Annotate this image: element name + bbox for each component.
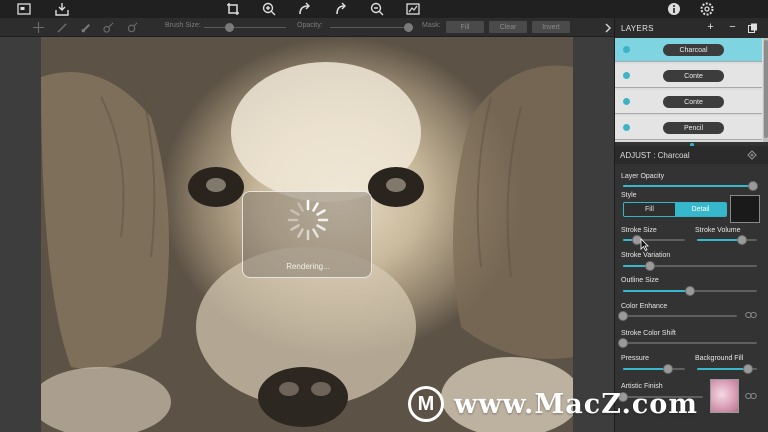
layers-scrollbar-thumb[interactable] (764, 40, 768, 138)
adjust-title: ADJUST : Charcoal (620, 151, 690, 160)
smudge-brush-icon[interactable] (125, 21, 139, 34)
eraser-brush-icon[interactable] (101, 21, 115, 34)
pressure-fill (623, 368, 668, 370)
rendering-text: Rendering... (286, 262, 330, 271)
layers-header: LAYERS + − (615, 18, 768, 38)
color-enhance-knob[interactable] (618, 311, 628, 321)
layer-opacity-label: Layer Opacity (621, 173, 665, 180)
stroke-size-label: Stroke Size (621, 227, 657, 234)
stroke-volume-label: Stroke Volume (695, 227, 741, 234)
zoom-in-icon[interactable] (259, 1, 279, 17)
layer-visibility-dot-icon[interactable] (623, 98, 630, 105)
redo-icon[interactable] (330, 1, 350, 17)
move-icon[interactable] (31, 21, 45, 34)
stroke-color-shift-knob[interactable] (618, 338, 628, 348)
brush-size-track[interactable] (204, 27, 286, 28)
image-frame-icon[interactable] (14, 1, 34, 17)
watermark-text: www.MacZ.com (454, 388, 698, 420)
top-toolbar (0, 0, 768, 18)
outline-size-fill (623, 290, 690, 292)
right-panel: LAYERS + − Charcoal Conte Conte Pencil A… (614, 18, 768, 432)
artistic-finish-texture-swatch[interactable] (710, 379, 739, 413)
layer-opacity-slider[interactable] (623, 185, 757, 187)
loading-spinner-icon (287, 199, 329, 241)
layer-name: Conte (663, 70, 724, 82)
background-fill-label: Background Fill (695, 355, 744, 362)
mask-invert-button[interactable]: Invert (532, 21, 570, 33)
layer-opacity-knob[interactable] (747, 181, 758, 191)
background-fill-fill (697, 368, 748, 370)
duplicate-layer-icon[interactable] (747, 22, 758, 33)
stroke-volume-fill (697, 239, 742, 241)
layer-visibility-dot-icon[interactable] (623, 46, 630, 53)
mask-clear-button[interactable]: Clear (489, 21, 527, 33)
fit-screen-icon[interactable] (403, 1, 423, 17)
layer-row[interactable]: Pencil (615, 116, 762, 140)
pressure-slider[interactable] (623, 368, 685, 370)
stroke-color-shift-slider[interactable] (623, 342, 757, 344)
remove-layer-button[interactable]: − (727, 22, 738, 33)
brush-size-label: Brush Size: (165, 22, 201, 29)
stroke-variation-label: Stroke Variation (621, 252, 671, 259)
preset-icon[interactable] (746, 149, 758, 161)
stroke-volume-knob[interactable] (737, 235, 747, 245)
info-icon[interactable] (664, 1, 684, 17)
layer-opacity-fill (623, 185, 753, 187)
crop-icon[interactable] (223, 1, 243, 17)
settings-icon[interactable] (697, 1, 717, 17)
brush-options-bar: Brush Size: Opacity: Mask: Fill Clear In… (0, 18, 614, 37)
collapse-panel-chevron-icon[interactable] (603, 23, 613, 33)
brush-icon[interactable] (55, 21, 69, 34)
watermark: M www.MacZ.com (408, 384, 698, 424)
adjust-header: ADJUST : Charcoal (615, 146, 768, 164)
style-label: Style (621, 192, 637, 199)
app-window: Brush Size: Opacity: Mask: Fill Clear In… (0, 0, 768, 432)
mask-label: Mask: (422, 22, 441, 29)
brush-size-slider-knob[interactable] (224, 23, 234, 32)
layer-row[interactable]: Conte (615, 64, 762, 88)
add-layer-button[interactable]: + (705, 22, 716, 33)
stroke-variation-knob[interactable] (644, 261, 655, 271)
mouse-cursor-icon (640, 238, 649, 251)
outline-size-label: Outline Size (621, 277, 659, 284)
rendering-overlay: Rendering... (242, 191, 372, 278)
opacity-label: Opacity: (297, 22, 323, 29)
background-fill-knob[interactable] (743, 364, 753, 374)
layer-visibility-dot-icon[interactable] (623, 124, 630, 131)
style-toggle[interactable]: Fill Detail (623, 202, 727, 217)
link-chain-icon[interactable] (745, 392, 757, 400)
style-detail-option[interactable]: Detail (675, 203, 726, 216)
layer-name: Pencil (663, 122, 724, 134)
layers-list: Charcoal Conte Conte Pencil (615, 38, 768, 142)
layers-title: LAYERS (621, 24, 654, 33)
mask-fill-button[interactable]: Fill (446, 21, 484, 33)
paper-color-swatch[interactable] (730, 195, 760, 223)
undo-icon[interactable] (294, 1, 314, 17)
layer-name: Conte (663, 96, 724, 108)
paint-brush-icon[interactable] (79, 21, 93, 34)
color-enhance-label: Color Enhance (621, 303, 668, 310)
opacity-track[interactable] (330, 27, 410, 28)
layer-row[interactable]: Conte (615, 90, 762, 114)
layer-name: Charcoal (663, 44, 724, 56)
style-fill-option[interactable]: Fill (624, 203, 675, 216)
watermark-logo: M (408, 386, 444, 422)
link-chain-icon[interactable] (745, 311, 757, 319)
layer-row[interactable]: Charcoal (615, 38, 762, 62)
opacity-slider-knob[interactable] (403, 23, 413, 32)
color-enhance-slider[interactable] (623, 315, 737, 317)
stroke-variation-slider[interactable] (623, 265, 757, 267)
layer-visibility-dot-icon[interactable] (623, 72, 630, 79)
import-tray-icon[interactable] (52, 1, 72, 17)
stroke-color-shift-label: Stroke Color Shift (621, 330, 676, 337)
pressure-label: Pressure (621, 355, 650, 362)
outline-size-knob[interactable] (685, 286, 695, 296)
stroke-volume-slider[interactable] (697, 239, 757, 241)
zoom-out-icon[interactable] (367, 1, 387, 17)
pressure-knob[interactable] (662, 364, 673, 374)
